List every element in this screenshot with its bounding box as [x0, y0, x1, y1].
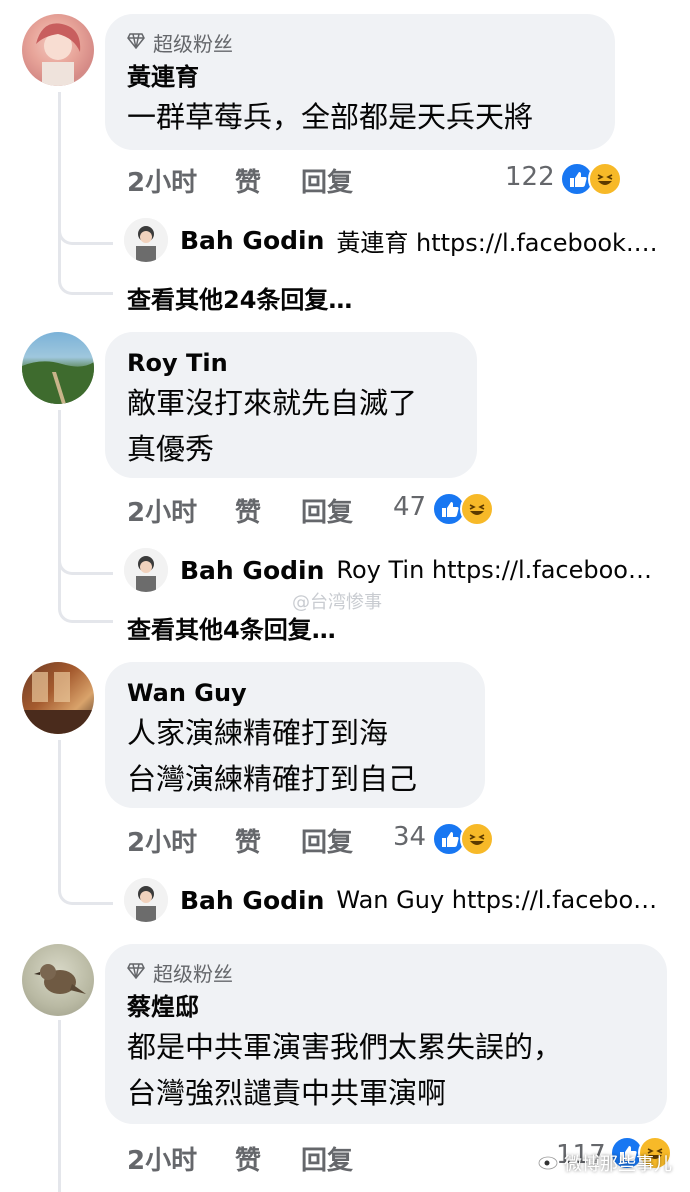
timestamp[interactable]: 2小时: [127, 822, 197, 859]
reply-author[interactable]: Bah Godin: [180, 556, 324, 585]
commenter-name[interactable]: Roy Tin: [127, 346, 455, 380]
comment-text: 人家演練精確打到海: [127, 716, 389, 750]
comment-bubble: Roy Tin 敵軍沒打來就先自滅了 真優秀: [105, 332, 477, 478]
reply-button[interactable]: 回复: [301, 1140, 353, 1177]
timestamp[interactable]: 2小时: [127, 162, 197, 199]
reply-preview[interactable]: Bah Godin 黃連育 https://l.facebook.…: [124, 218, 684, 262]
comment-text: 敵軍沒打來就先自滅了: [127, 386, 418, 420]
reaction-count[interactable]: 47: [393, 492, 426, 522]
haha-reaction-icon: [460, 822, 494, 856]
badge-label: 超级粉丝: [153, 31, 233, 56]
like-button[interactable]: 赞: [235, 1140, 261, 1177]
comment-bubble: 超级粉丝 黃連育 一群草莓兵，全部都是天兵天將: [105, 14, 615, 150]
thread-elbow: [58, 850, 113, 905]
thread-elbow: [58, 190, 113, 245]
child-photo-avatar-icon: [124, 878, 168, 922]
reply-text: Wan Guy https://l.facebo…: [336, 886, 658, 914]
reply-author[interactable]: Bah Godin: [180, 226, 324, 255]
child-photo-avatar-icon: [124, 218, 168, 262]
like-button[interactable]: 赞: [235, 492, 261, 529]
weibo-logo-icon: [538, 1152, 560, 1175]
like-button[interactable]: 赞: [235, 822, 261, 859]
reaction-count[interactable]: 34: [393, 822, 426, 852]
diamond-icon: [127, 960, 145, 984]
avatar: [124, 878, 168, 922]
diamond-icon: [127, 30, 145, 54]
corner-watermark: 微博那些事儿: [538, 1150, 672, 1176]
haha-reaction-icon: [460, 492, 494, 526]
timestamp[interactable]: 2小时: [127, 492, 197, 529]
haha-reaction-icon: [588, 162, 622, 196]
like-button[interactable]: 赞: [235, 162, 261, 199]
commenter-name[interactable]: 蔡煌邸: [127, 990, 645, 1024]
reply-text: Roy Tin https://l.faceboo…: [336, 556, 652, 584]
reply-button[interactable]: 回复: [301, 492, 353, 529]
reaction-count[interactable]: 122: [505, 162, 555, 192]
interior-photo-avatar-icon: [22, 672, 94, 734]
comment-bubble: 超级粉丝 蔡煌邸 都是中共軍演害我們太累失誤的， 台灣強烈譴責中共軍演啊: [105, 944, 667, 1124]
comment-text: 真優秀: [127, 432, 215, 466]
thread-line: [58, 740, 61, 850]
comment-text: 都是中共軍演害我們太累失誤的，: [127, 1030, 563, 1064]
reply-preview[interactable]: Bah Godin Roy Tin https://l.faceboo…: [124, 548, 684, 592]
badge-label: 超级粉丝: [153, 961, 233, 986]
top-fan-badge: 超级粉丝: [127, 28, 593, 56]
thread-elbow: [58, 522, 113, 575]
timestamp[interactable]: 2小时: [127, 1140, 197, 1177]
commenter-name[interactable]: 黃連育: [127, 60, 593, 94]
top-fan-badge: 超级粉丝: [127, 958, 645, 986]
landscape-avatar-icon: [22, 361, 94, 404]
view-more-replies[interactable]: 查看其他24条回复…: [127, 280, 352, 315]
comment-text: 一群草莓兵，全部都是天兵天將: [127, 100, 534, 134]
bird-avatar-icon: [34, 964, 86, 994]
reply-author[interactable]: Bah Godin: [180, 886, 324, 915]
corner-watermark-text: 微博那些事儿: [564, 1154, 672, 1175]
thread-line: [58, 1020, 61, 1192]
reply-text: 黃連育 https://l.facebook.…: [336, 228, 658, 257]
comment-text: 台灣強烈譴責中共軍演啊: [127, 1076, 447, 1110]
thread-elbow: [58, 240, 113, 295]
avatar[interactable]: [22, 944, 94, 1016]
commenter-name[interactable]: Wan Guy: [127, 676, 463, 710]
avatar[interactable]: [22, 662, 94, 734]
avatar: [124, 218, 168, 262]
reply-button[interactable]: 回复: [301, 822, 353, 859]
avatar[interactable]: [22, 14, 94, 86]
view-more-replies[interactable]: 查看其他4条回复…: [127, 610, 336, 645]
comment-bubble: Wan Guy 人家演練精確打到海 台灣演練精確打到自己: [105, 662, 485, 808]
reply-preview[interactable]: Bah Godin Wan Guy https://l.facebo…: [124, 878, 684, 922]
comment-text: 台灣演練精確打到自己: [127, 762, 418, 796]
anime-girl-avatar-icon: [36, 23, 81, 86]
thread-elbow: [58, 570, 113, 623]
avatar[interactable]: [22, 332, 94, 404]
avatar: [124, 548, 168, 592]
child-photo-avatar-icon: [124, 548, 168, 592]
reply-button[interactable]: 回复: [301, 162, 353, 199]
